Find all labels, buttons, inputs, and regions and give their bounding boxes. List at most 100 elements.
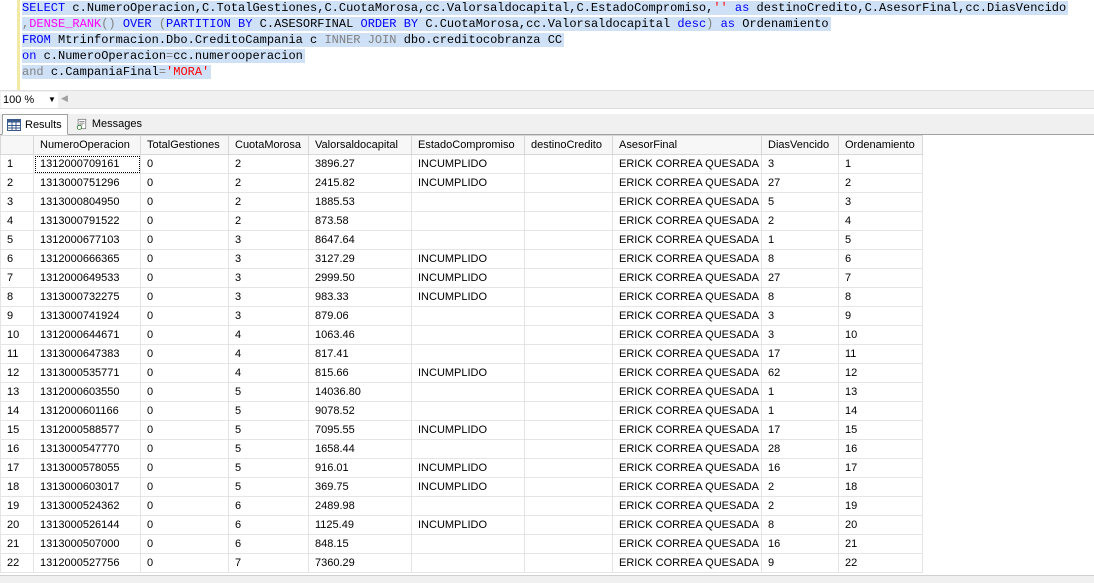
table-cell[interactable] <box>411 230 525 250</box>
table-row[interactable]: 2 1313000751296 0 2 2415.82 INCUMPLIDO ERICK C… <box>0 173 923 193</box>
row-number[interactable]: 19 <box>0 496 34 516</box>
table-cell[interactable]: ERICK CORREA QUESADA <box>612 211 762 231</box>
table-cell[interactable]: INCUMPLIDO <box>411 287 525 307</box>
table-cell[interactable]: ERICK CORREA QUESADA <box>612 249 762 269</box>
table-row[interactable]: 8 1313000732275 0 3 983.33 INCUMPLIDO ERICK CO… <box>0 287 923 307</box>
row-number[interactable]: 4 <box>0 211 34 231</box>
table-cell[interactable]: 16 <box>761 534 839 554</box>
table-cell[interactable]: INCUMPLIDO <box>411 477 525 497</box>
table-cell[interactable]: 7360.29 <box>308 553 412 573</box>
results-grid[interactable]: NumeroOperacion TotalGestiones CuotaMorosa… <box>0 135 1094 575</box>
table-cell[interactable]: 3 <box>838 192 923 212</box>
table-cell[interactable]: 2415.82 <box>308 173 412 193</box>
table-cell[interactable]: 0 <box>140 515 229 535</box>
table-cell[interactable] <box>524 268 613 288</box>
table-cell[interactable]: 0 <box>140 439 229 459</box>
table-cell[interactable]: 3 <box>228 249 309 269</box>
table-cell[interactable] <box>524 173 613 193</box>
table-cell[interactable]: 3 <box>228 287 309 307</box>
table-row[interactable]: 21 1313000507000 0 6 848.15 ERICK CORREA QUES… <box>0 534 923 554</box>
table-row[interactable]: 1 1312000709161 0 2 3896.27 INCUMPLIDO ERICK C… <box>0 154 923 174</box>
table-cell[interactable] <box>411 306 525 326</box>
table-cell[interactable]: 18 <box>838 477 923 497</box>
table-cell[interactable] <box>524 534 613 554</box>
table-cell[interactable]: INCUMPLIDO <box>411 154 525 174</box>
table-cell[interactable]: 0 <box>140 496 229 516</box>
table-row[interactable]: 10 1312000644671 0 4 1063.46 ERICK CORREA QUE… <box>0 325 923 345</box>
table-cell[interactable]: 0 <box>140 344 229 364</box>
table-cell[interactable]: 5 <box>228 439 309 459</box>
column-header[interactable]: NumeroOperacion <box>33 135 141 155</box>
table-cell[interactable] <box>524 458 613 478</box>
table-cell[interactable] <box>524 363 613 383</box>
table-cell[interactable]: 1885.53 <box>308 192 412 212</box>
table-cell[interactable] <box>524 420 613 440</box>
column-header[interactable]: destinoCredito <box>524 135 613 155</box>
table-cell[interactable]: 1313000647383 <box>33 344 141 364</box>
table-cell[interactable]: 879.06 <box>308 306 412 326</box>
table-cell[interactable]: 3896.27 <box>308 154 412 174</box>
table-cell[interactable] <box>524 496 613 516</box>
table-cell[interactable] <box>524 439 613 459</box>
table-cell[interactable]: 4 <box>228 344 309 364</box>
column-header[interactable]: DiasVencido <box>761 135 839 155</box>
table-row[interactable]: 6 1312000666365 0 3 3127.29 INCUMPLIDO ERICK C… <box>0 249 923 269</box>
table-cell[interactable]: 62 <box>761 363 839 383</box>
table-cell[interactable] <box>411 534 525 554</box>
row-number[interactable]: 16 <box>0 439 34 459</box>
table-cell[interactable]: 1312000649533 <box>33 268 141 288</box>
table-cell[interactable]: 5 <box>761 192 839 212</box>
zoom-select[interactable]: 100 % ▼ <box>1 92 58 108</box>
table-row[interactable]: 4 1313000791522 0 2 873.58 ERICK CORREA QUESA… <box>0 211 923 231</box>
table-cell[interactable]: 1313000507000 <box>33 534 141 554</box>
table-cell[interactable]: 4 <box>838 211 923 231</box>
table-row[interactable]: 15 1312000588577 0 5 7095.55 INCUMPLIDO ERICK … <box>0 420 923 440</box>
table-cell[interactable]: 3 <box>761 325 839 345</box>
table-cell[interactable]: 0 <box>140 154 229 174</box>
table-cell[interactable]: ERICK CORREA QUESADA <box>612 363 762 383</box>
table-cell[interactable]: ERICK CORREA QUESADA <box>612 534 762 554</box>
table-cell[interactable]: 848.15 <box>308 534 412 554</box>
table-cell[interactable]: ERICK CORREA QUESADA <box>612 287 762 307</box>
table-cell[interactable]: 817.41 <box>308 344 412 364</box>
table-cell[interactable] <box>524 382 613 402</box>
table-cell[interactable]: 1313000547770 <box>33 439 141 459</box>
table-cell[interactable]: 3 <box>228 230 309 250</box>
table-cell[interactable] <box>524 287 613 307</box>
table-cell[interactable]: 11 <box>838 344 923 364</box>
table-cell[interactable]: 983.33 <box>308 287 412 307</box>
table-cell[interactable] <box>524 211 613 231</box>
table-cell[interactable]: 9 <box>761 553 839 573</box>
chevron-down-icon[interactable]: ▼ <box>48 93 56 107</box>
table-cell[interactable]: 8 <box>838 287 923 307</box>
table-cell[interactable]: 916.01 <box>308 458 412 478</box>
table-row[interactable]: 19 1313000524362 0 6 2489.98 ERICK CORREA QUE… <box>0 496 923 516</box>
column-header[interactable]: CuotaMorosa <box>228 135 309 155</box>
table-cell[interactable]: 0 <box>140 477 229 497</box>
table-cell[interactable]: INCUMPLIDO <box>411 458 525 478</box>
table-cell[interactable]: ERICK CORREA QUESADA <box>612 553 762 573</box>
table-cell[interactable]: 0 <box>140 458 229 478</box>
table-cell[interactable] <box>411 192 525 212</box>
table-cell[interactable]: 8 <box>761 249 839 269</box>
table-cell[interactable] <box>411 344 525 364</box>
table-cell[interactable]: 1 <box>838 154 923 174</box>
row-number[interactable]: 18 <box>0 477 34 497</box>
table-cell[interactable]: 0 <box>140 173 229 193</box>
column-header[interactable]: Valorsaldocapital <box>308 135 412 155</box>
table-cell[interactable]: ERICK CORREA QUESADA <box>612 382 762 402</box>
table-row[interactable]: 18 1313000603017 0 5 369.75 INCUMPLIDO ERICK C… <box>0 477 923 497</box>
table-cell[interactable] <box>524 306 613 326</box>
table-cell[interactable]: INCUMPLIDO <box>411 515 525 535</box>
column-header[interactable]: AsesorFinal <box>612 135 762 155</box>
table-cell[interactable]: ERICK CORREA QUESADA <box>612 344 762 364</box>
table-cell[interactable]: 1 <box>761 382 839 402</box>
table-cell[interactable]: 3 <box>228 306 309 326</box>
code-line[interactable]: on c.NumeroOperacion=cc.numerooperacion <box>22 48 1094 64</box>
table-cell[interactable]: 6 <box>228 496 309 516</box>
table-row[interactable]: 9 1313000741924 0 3 879.06 ERICK CORREA QUESA… <box>0 306 923 326</box>
table-cell[interactable]: 17 <box>761 420 839 440</box>
table-row[interactable]: 14 1312000601166 0 5 9078.52 ERICK CORREA QUE… <box>0 401 923 421</box>
row-number[interactable]: 5 <box>0 230 34 250</box>
table-cell[interactable]: 5 <box>228 382 309 402</box>
